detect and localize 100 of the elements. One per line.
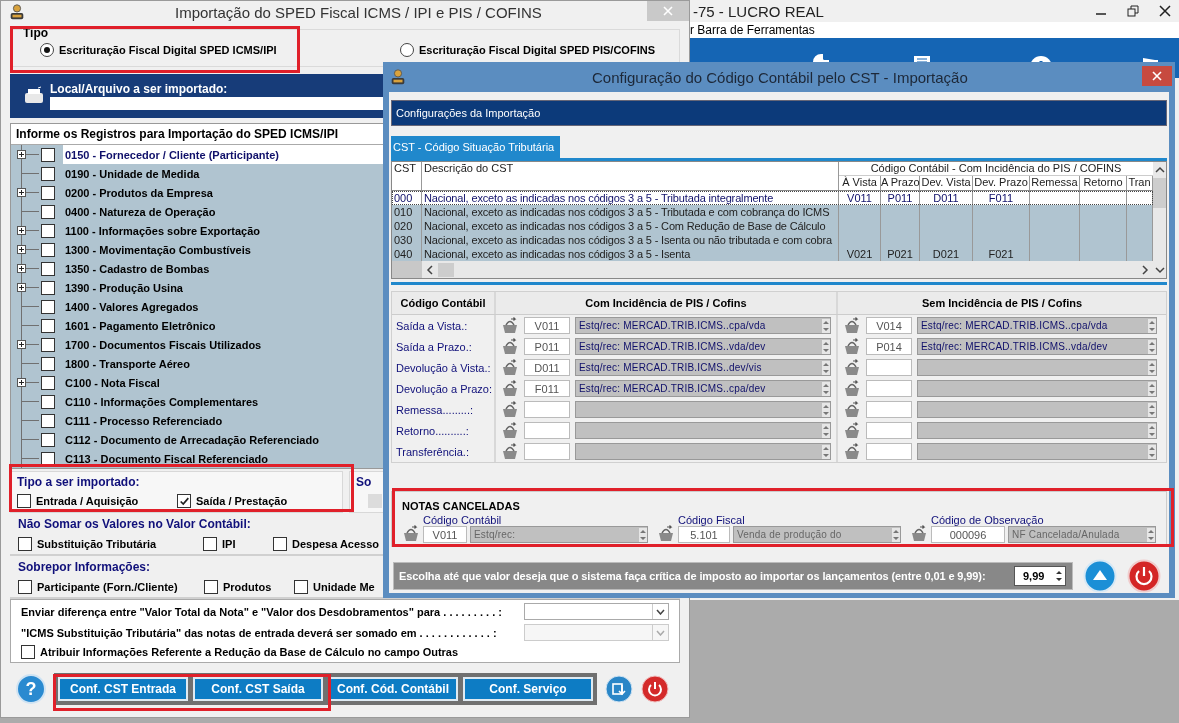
basket-icon[interactable]: [501, 358, 519, 377]
basket-icon[interactable]: [843, 442, 861, 461]
spin-arrows-icon[interactable]: [822, 318, 830, 333]
expand-icon[interactable]: [17, 226, 26, 235]
description-field[interactable]: [917, 443, 1157, 460]
checkbox[interactable]: [41, 394, 55, 409]
help-button[interactable]: ?: [16, 674, 46, 704]
basket-icon[interactable]: [843, 421, 861, 440]
basket-icon[interactable]: [501, 421, 519, 440]
checkbox[interactable]: [41, 280, 55, 295]
checkbox[interactable]: [203, 537, 217, 551]
vertical-scrollbar[interactable]: [1153, 162, 1166, 278]
close-button[interactable]: [1142, 66, 1172, 86]
spin-arrows-icon[interactable]: [891, 527, 900, 542]
checkbox[interactable]: [273, 537, 287, 551]
scroll-down-icon[interactable]: [1154, 266, 1165, 274]
expand-icon[interactable]: [17, 245, 26, 254]
spin-arrows-icon[interactable]: [1148, 402, 1156, 417]
basket-icon[interactable]: [501, 379, 519, 398]
basket-icon[interactable]: [843, 400, 861, 419]
code-field[interactable]: P011: [524, 338, 570, 355]
checkbox[interactable]: [41, 375, 55, 390]
spin-arrows-icon[interactable]: [822, 381, 830, 396]
checkbox[interactable]: [41, 147, 55, 162]
code-field[interactable]: [866, 443, 912, 460]
code-field[interactable]: D011: [524, 359, 570, 376]
restore-icon[interactable]: [1127, 5, 1139, 17]
checkbox[interactable]: [41, 356, 55, 371]
code-field[interactable]: 5.101: [677, 526, 730, 543]
spin-arrows-icon[interactable]: [822, 423, 830, 438]
description-field[interactable]: [575, 422, 831, 439]
code-field[interactable]: [866, 422, 912, 439]
code-field[interactable]: [524, 422, 570, 439]
scroll-up-icon[interactable]: [1154, 166, 1165, 174]
tab[interactable]: CST - Código Situação Tributária: [391, 136, 561, 158]
checkbox[interactable]: [177, 494, 191, 508]
basket-icon[interactable]: [843, 379, 861, 398]
expand-icon[interactable]: [17, 283, 26, 292]
description-field[interactable]: Estq/rec: MERCAD.TRIB.ICMS..dev/vis: [575, 359, 831, 376]
checkbox[interactable]: [294, 580, 308, 594]
code-field[interactable]: [524, 443, 570, 460]
checkbox[interactable]: [41, 261, 55, 276]
expand-icon[interactable]: [17, 188, 26, 197]
config-button[interactable]: Conf. Cód. Contábil: [328, 677, 458, 701]
spin-arrows-icon[interactable]: [1148, 339, 1156, 354]
checkbox[interactable]: [41, 166, 55, 181]
config-button[interactable]: Conf. Serviço: [463, 677, 593, 701]
power-icon[interactable]: [641, 675, 669, 703]
power-icon[interactable]: [1127, 559, 1161, 593]
code-field[interactable]: V011: [524, 317, 570, 334]
description-field[interactable]: [917, 401, 1157, 418]
expand-icon[interactable]: [17, 150, 26, 159]
code-field[interactable]: [524, 401, 570, 418]
description-field[interactable]: Estq/rec: MERCAD.TRIB.ICMS..cpa/vda: [917, 317, 1157, 334]
spin-arrows-icon[interactable]: [639, 527, 647, 542]
scroll-right-icon[interactable]: [1141, 264, 1149, 275]
basket-icon[interactable]: [843, 316, 861, 335]
spin-arrows-icon[interactable]: [1148, 360, 1156, 375]
spin-arrows-icon[interactable]: [1148, 318, 1156, 333]
spin-arrows-icon[interactable]: [822, 339, 830, 354]
code-field[interactable]: 000096: [931, 526, 1005, 543]
basket-icon[interactable]: [501, 400, 519, 419]
spin-arrows-icon[interactable]: [822, 402, 830, 417]
code-field[interactable]: V011: [423, 526, 467, 543]
expand-icon[interactable]: [17, 264, 26, 273]
checkbox[interactable]: [41, 451, 55, 466]
description-field[interactable]: [575, 401, 831, 418]
close-icon[interactable]: [1159, 5, 1171, 17]
printer-icon[interactable]: [23, 86, 45, 106]
code-field[interactable]: [866, 359, 912, 376]
description-field[interactable]: [917, 380, 1157, 397]
spin-arrows-icon[interactable]: [1148, 423, 1156, 438]
checkbox[interactable]: [41, 337, 55, 352]
basket-icon[interactable]: [843, 337, 861, 356]
checkbox[interactable]: [21, 645, 35, 659]
code-field[interactable]: V014: [866, 317, 912, 334]
dropdown[interactable]: [523, 603, 669, 620]
description-field[interactable]: [917, 359, 1157, 376]
spin-arrows-icon[interactable]: [1148, 444, 1156, 459]
spin-arrows-icon[interactable]: [822, 444, 830, 459]
checkbox[interactable]: [17, 494, 31, 508]
checkbox[interactable]: [41, 242, 55, 257]
checkbox[interactable]: [41, 223, 55, 238]
description-field[interactable]: [575, 443, 831, 460]
checkbox[interactable]: [41, 413, 55, 428]
code-field[interactable]: [866, 401, 912, 418]
spin-arrows-icon[interactable]: [1148, 381, 1156, 396]
description-field[interactable]: Estq/rec: MERCAD.TRIB.ICMS..vda/dev: [917, 338, 1157, 355]
description-field[interactable]: [917, 422, 1157, 439]
code-field[interactable]: [866, 380, 912, 397]
basket-icon[interactable]: [402, 525, 420, 543]
checkbox[interactable]: [41, 299, 55, 314]
code-field[interactable]: F011: [524, 380, 570, 397]
basket-icon[interactable]: [910, 525, 928, 543]
checkbox[interactable]: [41, 318, 55, 333]
description-field[interactable]: Estq/rec: MERCAD.TRIB.ICMS..cpa/dev: [575, 380, 831, 397]
export-icon[interactable]: [605, 675, 633, 703]
checkbox[interactable]: [204, 580, 218, 594]
basket-icon[interactable]: [656, 525, 675, 543]
description-field[interactable]: Estq/rec: MERCAD.TRIB.ICMS..vda/dev: [575, 338, 831, 355]
